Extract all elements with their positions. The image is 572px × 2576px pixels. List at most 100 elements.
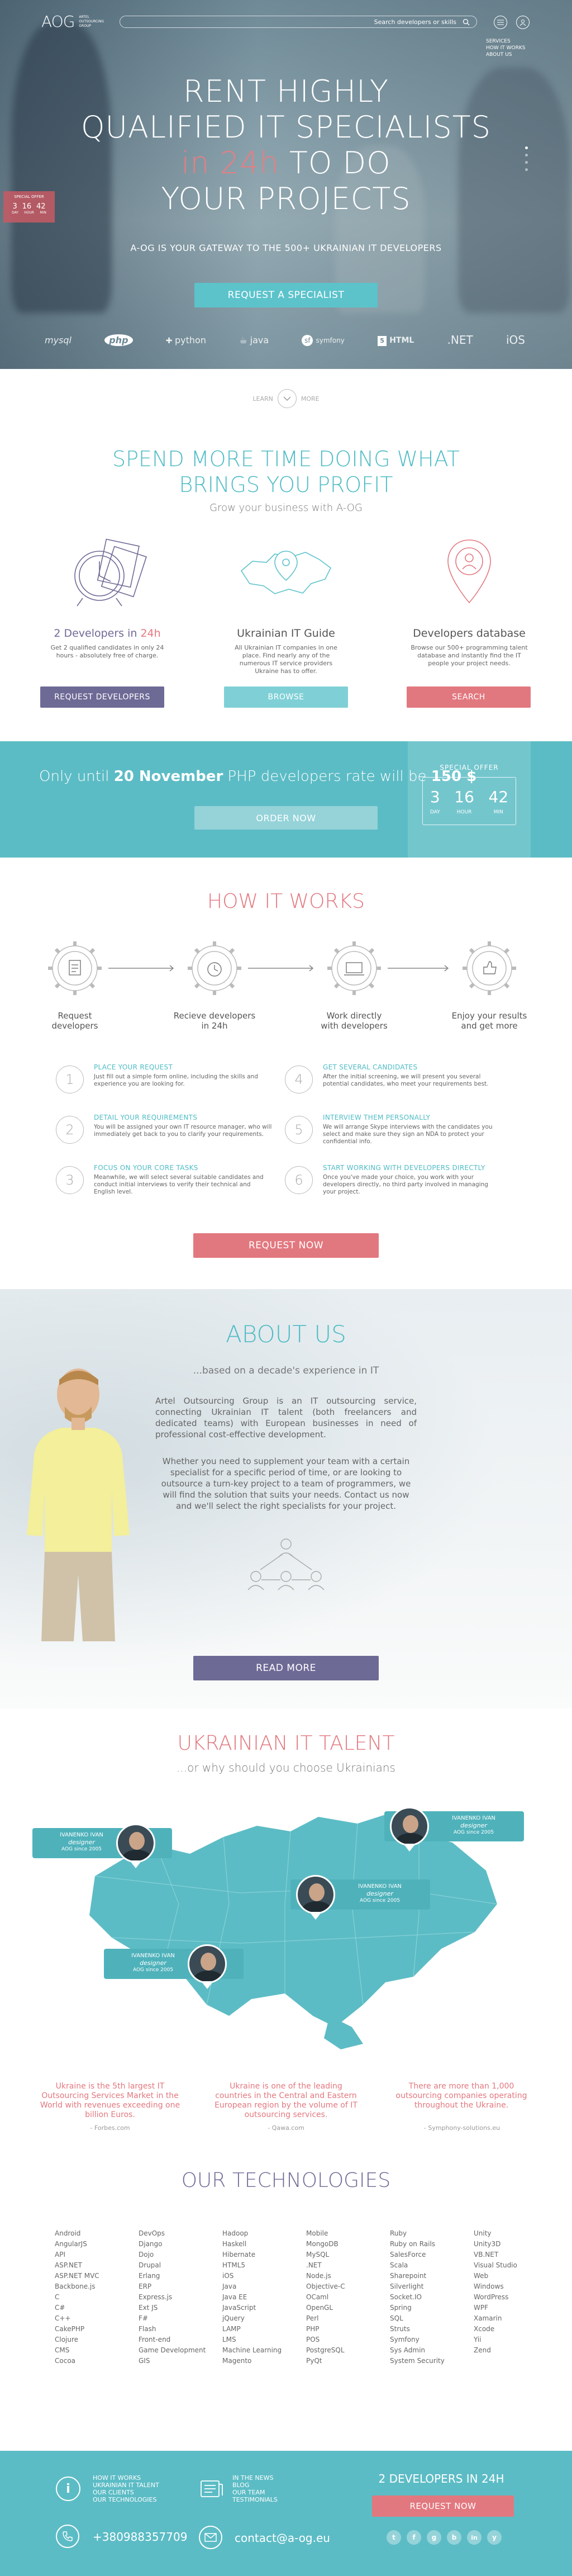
technology-item[interactable]: Ruby: [390, 2228, 474, 2239]
linkedin-icon[interactable]: in: [467, 2530, 482, 2545]
nav-item-how-it-works[interactable]: HOW IT WORKS: [486, 45, 525, 51]
technology-item[interactable]: Yii: [474, 2334, 557, 2345]
technology-item[interactable]: Erlang: [139, 2271, 222, 2281]
technology-item[interactable]: Hadoop: [222, 2228, 306, 2239]
technology-item[interactable]: F#: [139, 2313, 222, 2324]
technology-item[interactable]: ASP.NET MVC: [55, 2271, 139, 2281]
technology-item[interactable]: Flash: [139, 2324, 222, 2334]
technology-item[interactable]: Django: [139, 2239, 222, 2250]
facebook-icon[interactable]: f: [407, 2530, 421, 2545]
technology-item[interactable]: Cocoa: [55, 2356, 139, 2366]
talent-card[interactable]: IVANENKO IVAN designer AOG since 2005: [290, 1875, 430, 1920]
technology-item[interactable]: Machine Learning: [222, 2345, 306, 2356]
order-now-button[interactable]: ORDER NOW: [194, 806, 378, 830]
technology-item[interactable]: PyQt: [306, 2356, 390, 2366]
technology-item[interactable]: Backbone.js: [55, 2281, 139, 2292]
technology-item[interactable]: Sharepoint: [390, 2271, 474, 2281]
technology-item[interactable]: VB.NET: [474, 2250, 557, 2260]
technology-item[interactable]: POS: [306, 2334, 390, 2345]
talent-card[interactable]: IVANENKO IVAN designer AOG since 2005: [104, 1944, 244, 1989]
technology-item[interactable]: Windows: [474, 2281, 557, 2292]
footer-link[interactable]: TESTIMONIALS: [232, 2496, 278, 2503]
technology-item[interactable]: Xcode: [474, 2324, 557, 2334]
technology-item[interactable]: Haskell: [222, 2239, 306, 2250]
request-now-button[interactable]: REQUEST NOW: [193, 1233, 379, 1258]
footer-email[interactable]: contact@a-og.eu: [235, 2531, 330, 2545]
footer-link[interactable]: HOW IT WORKS: [93, 2474, 159, 2482]
technology-item[interactable]: CMS: [55, 2345, 139, 2356]
google-plus-icon[interactable]: g: [427, 2530, 441, 2545]
technology-item[interactable]: System Security: [390, 2356, 474, 2366]
special-offer-widget[interactable]: SPECIAL OFFER 3 16 42 DAY HOUR MIN: [3, 191, 55, 222]
technology-item[interactable]: LMS: [222, 2334, 306, 2345]
technology-item[interactable]: Front-end: [139, 2334, 222, 2345]
technology-item[interactable]: Sys Admin: [390, 2345, 474, 2356]
technology-item[interactable]: iOS: [222, 2271, 306, 2281]
technology-item[interactable]: OCaml: [306, 2292, 390, 2303]
footer-link[interactable]: IN THE NEWS: [232, 2474, 278, 2482]
technology-item[interactable]: OpenGL: [306, 2303, 390, 2313]
menu-icon[interactable]: [494, 16, 507, 29]
technology-item[interactable]: MongoDB: [306, 2239, 390, 2250]
technology-item[interactable]: Ext JS: [139, 2303, 222, 2313]
youtube-icon[interactable]: y: [487, 2530, 502, 2545]
technology-item[interactable]: Unity: [474, 2228, 557, 2239]
footer-link[interactable]: BLOG: [232, 2482, 278, 2489]
technology-item[interactable]: ASP.NET: [55, 2260, 139, 2271]
technology-item[interactable]: HTML5: [222, 2260, 306, 2271]
technology-item[interactable]: jQuery: [222, 2313, 306, 2324]
technology-item[interactable]: Dojo: [139, 2250, 222, 2260]
technology-item[interactable]: Drupal: [139, 2260, 222, 2271]
technology-item[interactable]: Xamarin: [474, 2313, 557, 2324]
technology-item[interactable]: CakePHP: [55, 2324, 139, 2334]
footer-link[interactable]: OUR CLIENTS: [93, 2489, 159, 2496]
technology-item[interactable]: Scala: [390, 2260, 474, 2271]
browse-button[interactable]: BROWSE: [224, 686, 348, 708]
technology-item[interactable]: Silverlight: [390, 2281, 474, 2292]
technology-item[interactable]: WordPress: [474, 2292, 557, 2303]
technology-item[interactable]: PostgreSQL: [306, 2345, 390, 2356]
technology-item[interactable]: MySQL: [306, 2250, 390, 2260]
twitter-icon[interactable]: t: [387, 2530, 401, 2545]
talent-card[interactable]: IVANENKO IVAN designer AOG since 2005: [384, 1807, 524, 1852]
technology-item[interactable]: SQL: [390, 2313, 474, 2324]
logo[interactable]: AOG ARTEL OUTSOURCING GROUP: [41, 12, 107, 31]
footer-phone[interactable]: +380988357709: [93, 2530, 187, 2544]
technology-item[interactable]: C#: [55, 2303, 139, 2313]
technology-item[interactable]: Unity3D: [474, 2239, 557, 2250]
technology-item[interactable]: Game Development: [139, 2345, 222, 2356]
technology-item[interactable]: Node.js: [306, 2271, 390, 2281]
technology-item[interactable]: C: [55, 2292, 139, 2303]
technology-item[interactable]: GIS: [139, 2356, 222, 2366]
search-icon[interactable]: [463, 18, 470, 26]
talent-card[interactable]: IVANENKO IVAN designer AOG since 2005: [32, 1824, 172, 1868]
technology-item[interactable]: Hibernate: [222, 2250, 306, 2260]
technology-item[interactable]: Magento: [222, 2356, 306, 2366]
technology-item[interactable]: Java: [222, 2281, 306, 2292]
technology-item[interactable]: Clojure: [55, 2334, 139, 2345]
technology-item[interactable]: API: [55, 2250, 139, 2260]
slider-dot[interactable]: [525, 168, 528, 171]
footer-link[interactable]: OUR TECHNOLOGIES: [93, 2496, 159, 2503]
technology-item[interactable]: Mobile: [306, 2228, 390, 2239]
learn-more[interactable]: LEARN MORE: [241, 389, 331, 408]
technology-item[interactable]: Objective-C: [306, 2281, 390, 2292]
technology-item[interactable]: SalesForce: [390, 2250, 474, 2260]
slider-dot[interactable]: [525, 161, 528, 164]
request-developers-button[interactable]: REQUEST DEVELOPERS: [40, 686, 164, 708]
technology-item[interactable]: Socket.IO: [390, 2292, 474, 2303]
technology-item[interactable]: WPF: [474, 2303, 557, 2313]
footer-link[interactable]: OUR TEAM: [232, 2489, 278, 2496]
technology-item[interactable]: Java EE: [222, 2292, 306, 2303]
technology-item[interactable]: .NET: [306, 2260, 390, 2271]
technology-item[interactable]: Express.js: [139, 2292, 222, 2303]
footer-request-now-button[interactable]: REQUEST NOW: [372, 2496, 514, 2517]
technology-item[interactable]: Ruby on Rails: [390, 2239, 474, 2250]
chevron-down-icon[interactable]: [277, 389, 297, 408]
technology-item[interactable]: C++: [55, 2313, 139, 2324]
technology-item[interactable]: LAMP: [222, 2324, 306, 2334]
technology-item[interactable]: AngularJS: [55, 2239, 139, 2250]
technology-item[interactable]: PHP: [306, 2324, 390, 2334]
technology-item[interactable]: DevOps: [139, 2228, 222, 2239]
slider-dot[interactable]: [525, 154, 528, 157]
